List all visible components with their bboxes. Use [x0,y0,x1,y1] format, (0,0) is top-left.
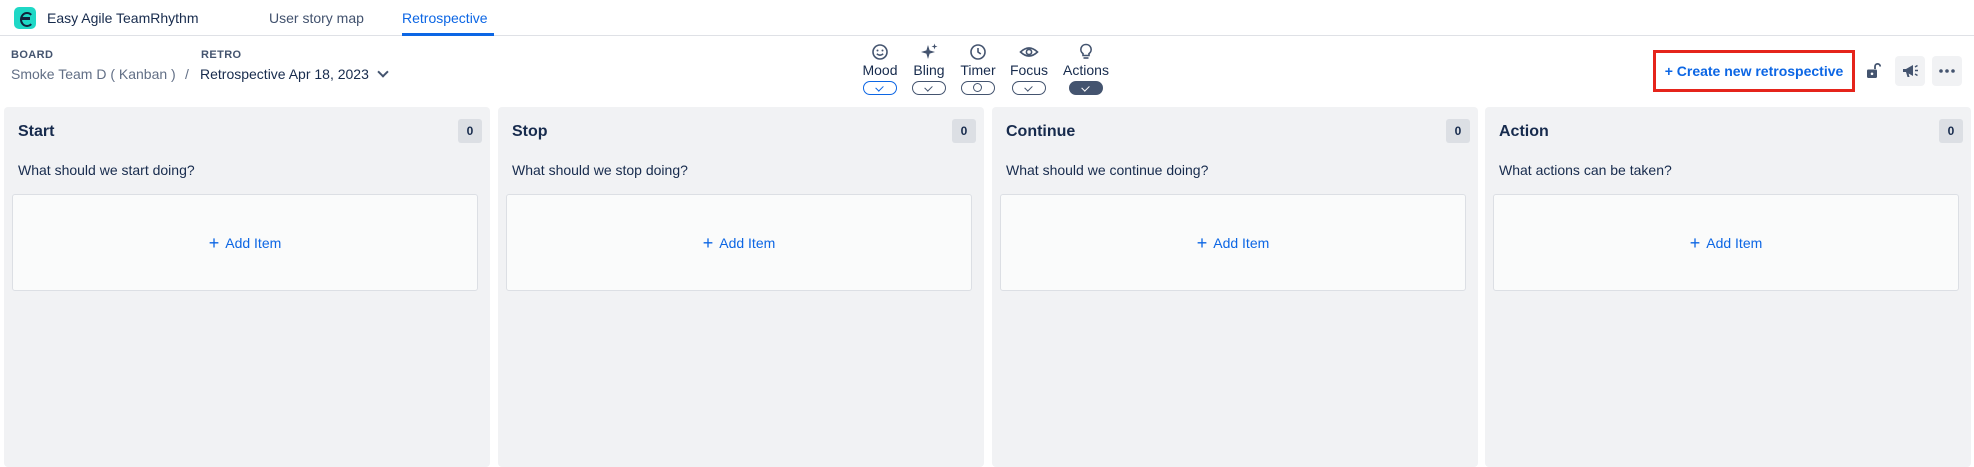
unlock-icon [1867,63,1882,78]
tool-bling-label: Bling [913,62,945,78]
add-item-button[interactable]: + Add Item [1493,194,1959,291]
plus-icon: + [702,232,714,253]
create-retrospective-button[interactable]: + Create new retrospective [1653,50,1855,92]
tool-focus-label: Focus [1009,62,1049,78]
tool-timer[interactable]: Timer [952,42,1004,98]
column-continue: Continue 0 What should we continue doing… [992,107,1478,467]
column-title: Start [18,123,55,140]
plus-icon: + [208,232,220,253]
add-item-label: Add Item [1706,234,1763,251]
app-logo-icon[interactable] [14,7,36,29]
more-button[interactable] [1932,56,1962,86]
smiley-icon [872,44,888,60]
mood-toggle[interactable] [863,81,897,95]
sparkles-icon [921,43,938,59]
column-stop: Stop 0 What should we stop doing? + Add … [498,107,984,467]
board-label: BOARD [11,49,54,61]
add-item-button[interactable]: + Add Item [506,194,972,291]
retro-selector-label: Retrospective Apr 18, 2023 [200,66,369,82]
tool-timer-label: Timer [960,62,996,78]
add-item-label: Add Item [1213,234,1270,251]
add-item-label: Add Item [719,234,776,251]
unlock-button[interactable] [1858,56,1888,86]
add-item-button[interactable]: + Add Item [1000,194,1466,291]
announce-button[interactable] [1895,56,1925,86]
column-title: Action [1499,123,1549,140]
tool-mood[interactable]: Mood [854,42,906,98]
column-start: Start 0 What should we start doing? + Ad… [4,107,490,467]
column-count-badge: 0 [952,119,976,143]
clock-icon [970,44,986,60]
app-name: Easy Agile TeamRhythm [47,10,199,26]
actions-toggle[interactable] [1069,81,1103,95]
column-prompt: What actions can be taken? [1499,162,1672,178]
focus-toggle[interactable] [1012,81,1046,95]
active-tab-indicator [402,33,494,36]
tool-mood-label: Mood [862,62,898,78]
column-action: Action 0 What actions can be taken? + Ad… [1485,107,1971,467]
retro-selector[interactable]: Retrospective Apr 18, 2023 [200,66,389,82]
board-link[interactable]: Smoke Team D ( Kanban ) [11,66,176,82]
eye-icon [1019,47,1039,57]
tab-retrospective[interactable]: Retrospective [402,10,488,26]
megaphone-icon [1903,64,1918,77]
timer-toggle[interactable] [961,81,995,95]
column-count-badge: 0 [1939,119,1963,143]
more-icon [1939,69,1955,73]
top-nav: Easy Agile TeamRhythm User story map Ret… [0,0,1974,36]
column-prompt: What should we start doing? [18,162,195,178]
add-item-button[interactable]: + Add Item [12,194,478,291]
add-item-label: Add Item [225,234,282,251]
column-count-badge: 0 [1446,119,1470,143]
plus-icon: + [1689,232,1701,253]
bling-toggle[interactable] [912,81,946,95]
plus-icon: + [1196,232,1208,253]
tool-actions[interactable]: Actions [1060,42,1112,98]
column-prompt: What should we stop doing? [512,162,688,178]
lightbulb-icon [1080,43,1092,59]
breadcrumb-separator: / [185,66,189,82]
column-title: Stop [512,123,548,140]
column-title: Continue [1006,123,1076,140]
chevron-down-icon [377,66,389,78]
tool-bling[interactable]: Bling [903,42,955,98]
column-prompt: What should we continue doing? [1006,162,1209,178]
column-count-badge: 0 [458,119,482,143]
tool-focus[interactable]: Focus [1003,42,1055,98]
tab-user-story-map[interactable]: User story map [269,10,364,26]
tool-actions-label: Actions [1063,62,1109,78]
retro-label: RETRO [201,49,242,61]
